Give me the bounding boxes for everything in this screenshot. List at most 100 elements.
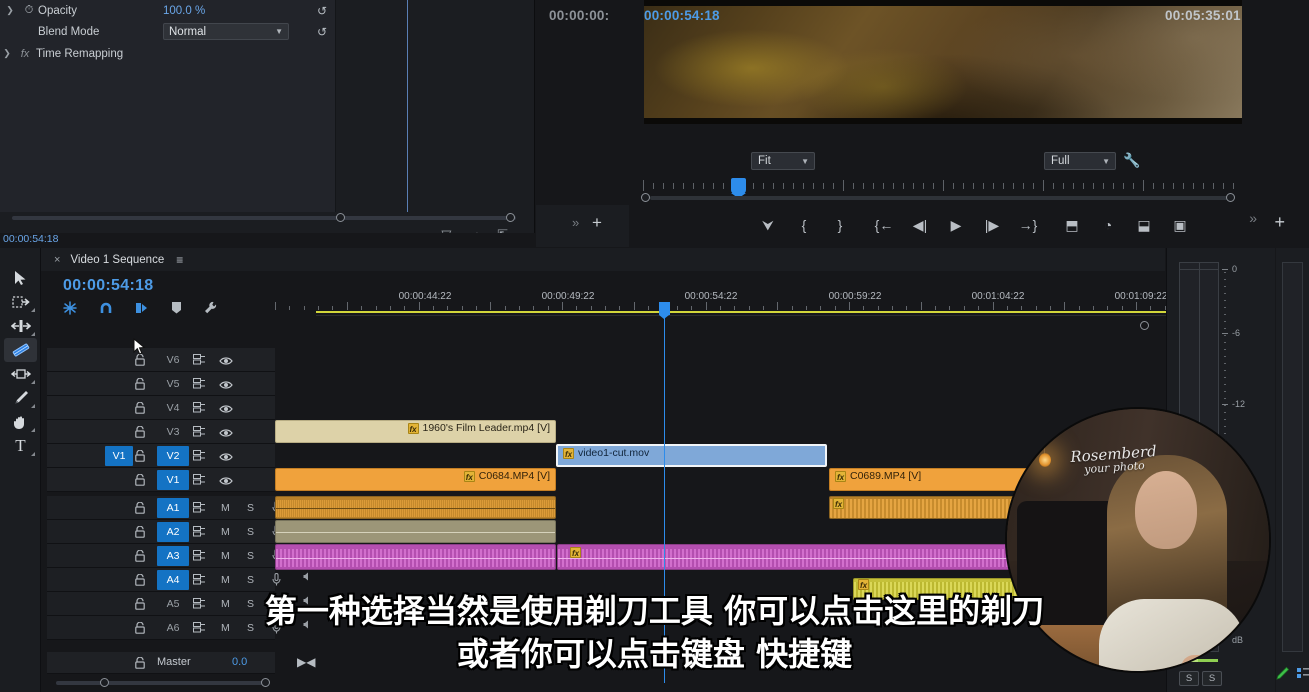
program-monitor-add-button[interactable]: +: [1274, 212, 1285, 233]
track-header-a1[interactable]: A1 M S: [47, 496, 308, 520]
tl-scroll-left-knob[interactable]: [100, 678, 109, 687]
track-name-v2[interactable]: V2: [157, 446, 189, 466]
reset-icon-opacity[interactable]: ↺: [317, 4, 327, 18]
track-name-v1[interactable]: V1: [157, 470, 189, 490]
stopwatch-icon[interactable]: ⏱: [20, 4, 38, 17]
go-to-out-button[interactable]: →}: [1010, 217, 1046, 233]
lock-icon-v5[interactable]: [135, 377, 145, 393]
mute-button-a1[interactable]: M: [221, 502, 230, 514]
track-header-v4[interactable]: V4: [47, 396, 275, 420]
add-marker-button[interactable]: ⮟: [750, 217, 786, 234]
property-row-blend-mode[interactable]: Blend Mode Normal ▼ ↺: [0, 21, 335, 42]
mute-button-a5[interactable]: M: [221, 598, 230, 610]
scrollbar-right-knob[interactable]: [506, 213, 515, 222]
reset-icon-blend-mode[interactable]: ↺: [317, 25, 327, 39]
razor-tool[interactable]: [4, 338, 37, 362]
mute-button-a2[interactable]: M: [221, 526, 230, 538]
close-icon[interactable]: ×: [54, 254, 60, 266]
effect-controls-playhead[interactable]: [407, 0, 408, 212]
lock-icon-a3[interactable]: [135, 549, 145, 565]
hand-tool[interactable]: [4, 410, 37, 434]
track-header-v6[interactable]: V6: [47, 348, 275, 372]
sync-lock-icon-a5[interactable]: [193, 598, 206, 612]
master-meter-icon[interactable]: ▶◀: [297, 655, 315, 669]
sync-lock-icon-v4[interactable]: [193, 402, 206, 416]
track-header-v5[interactable]: V5: [47, 372, 275, 396]
lock-icon-a1[interactable]: [135, 501, 145, 517]
property-row-time-remapping[interactable]: ❯ fx Time Remapping: [0, 43, 335, 64]
pm-scroll-right-knob[interactable]: [1226, 193, 1235, 202]
ripple-edit-tool[interactable]: [4, 314, 37, 338]
sync-lock-icon-v2[interactable]: [193, 450, 206, 464]
property-value-opacity[interactable]: 100.0 %: [163, 5, 205, 17]
track-visibility-icon-v2[interactable]: [219, 451, 233, 465]
play-stop-button[interactable]: ▶: [938, 217, 974, 234]
solo-button-a3[interactable]: S: [247, 550, 254, 562]
go-to-in-button[interactable]: {←: [866, 217, 902, 233]
work-area-bar[interactable]: [316, 311, 1186, 316]
clip-film-leader[interactable]: fx 1960's Film Leader.mp4 [V]: [275, 420, 556, 443]
track-visibility-icon-v6[interactable]: [219, 355, 233, 369]
speaker-icon-a6[interactable]: [303, 620, 312, 631]
lift-button[interactable]: ⬒: [1054, 217, 1090, 234]
track-select-forward-tool[interactable]: [4, 290, 37, 314]
mute-button-a3[interactable]: M: [221, 550, 230, 562]
step-back-button[interactable]: ◀|: [902, 217, 938, 234]
timeline-playhead-handle[interactable]: [659, 302, 670, 319]
timeline-playhead-line[interactable]: [664, 311, 665, 683]
solo-button-right[interactable]: S: [1202, 671, 1222, 686]
track-name-a3[interactable]: A3: [157, 546, 189, 566]
solo-button-a6[interactable]: S: [247, 622, 254, 634]
timeline-settings-icon[interactable]: [204, 301, 218, 318]
sync-lock-icon-v3[interactable]: [193, 426, 206, 440]
track-header-a5[interactable]: A5 M S: [47, 592, 308, 616]
export-frame-button[interactable]: ⬓: [1126, 217, 1162, 234]
selection-tool[interactable]: [4, 266, 37, 290]
clip-video1-cut[interactable]: fx video1-cut.mov: [556, 444, 827, 467]
program-monitor-scrollbar[interactable]: [641, 193, 1241, 204]
lock-icon-v3[interactable]: [135, 425, 145, 441]
sync-lock-icon-a2[interactable]: [193, 526, 206, 540]
pm-scroll-left-knob[interactable]: [641, 193, 650, 202]
sync-lock-icon-v5[interactable]: [193, 378, 206, 392]
master-track-row[interactable]: Master 0.0 ▶◀: [47, 652, 315, 674]
sequence-end-marker[interactable]: [1140, 321, 1149, 330]
timeline-ruler[interactable]: 00:00:44:22 00:00:49:22 00:00:54:22 00:0…: [275, 288, 1167, 311]
solo-button-a1[interactable]: S: [247, 502, 254, 514]
track-header-a2[interactable]: A2 M S: [47, 520, 308, 544]
track-name-a2[interactable]: A2: [157, 522, 189, 542]
master-volume-value[interactable]: 0.0: [232, 656, 247, 668]
track-name-v4[interactable]: V4: [157, 398, 189, 418]
sync-lock-icon-a6[interactable]: [193, 622, 206, 636]
track-visibility-icon-v1[interactable]: [219, 475, 233, 489]
track-header-v2[interactable]: V1 V2: [47, 444, 275, 468]
pen-tool[interactable]: [4, 386, 37, 410]
program-monitor-left-timecode[interactable]: 00:00:00:: [549, 8, 609, 23]
audio-clip-a3-left[interactable]: [275, 544, 556, 570]
program-monitor-playhead[interactable]: [731, 178, 746, 198]
playback-resolution-select[interactable]: Full ▼: [1044, 152, 1116, 170]
voice-over-icon-a5[interactable]: [272, 596, 281, 613]
audio-clip-a2[interactable]: [275, 520, 556, 543]
pm-scrollbar-track[interactable]: [650, 196, 1232, 200]
source-track-indicator-v1[interactable]: V1: [105, 446, 133, 466]
add-marker-icon[interactable]: [171, 301, 182, 317]
extract-button[interactable]: ◔: [1090, 217, 1126, 233]
snap-icon[interactable]: [99, 301, 113, 318]
track-name-a5[interactable]: A5: [157, 594, 189, 614]
track-name-v3[interactable]: V3: [157, 422, 189, 442]
effect-controls-scrollbar[interactable]: [4, 213, 524, 222]
insert-overwrite-icon[interactable]: [63, 300, 77, 318]
sync-lock-icon-v1[interactable]: [193, 474, 206, 488]
timeline-horizontal-scrollbar[interactable]: [47, 678, 275, 688]
tl-scroll-track[interactable]: [56, 681, 266, 685]
track-name-a4[interactable]: A4: [157, 570, 189, 590]
track-header-v3[interactable]: V3: [47, 420, 275, 444]
track-name-v6[interactable]: V6: [157, 350, 189, 370]
audio-clip-a1-left[interactable]: [275, 496, 556, 519]
lock-icon-a4[interactable]: [135, 573, 145, 589]
track-header-a4[interactable]: A4 M S: [47, 568, 308, 592]
voice-over-icon-a4[interactable]: [272, 572, 281, 589]
lock-icon-a6[interactable]: [135, 621, 145, 637]
solo-button-left[interactable]: S: [1179, 671, 1199, 686]
